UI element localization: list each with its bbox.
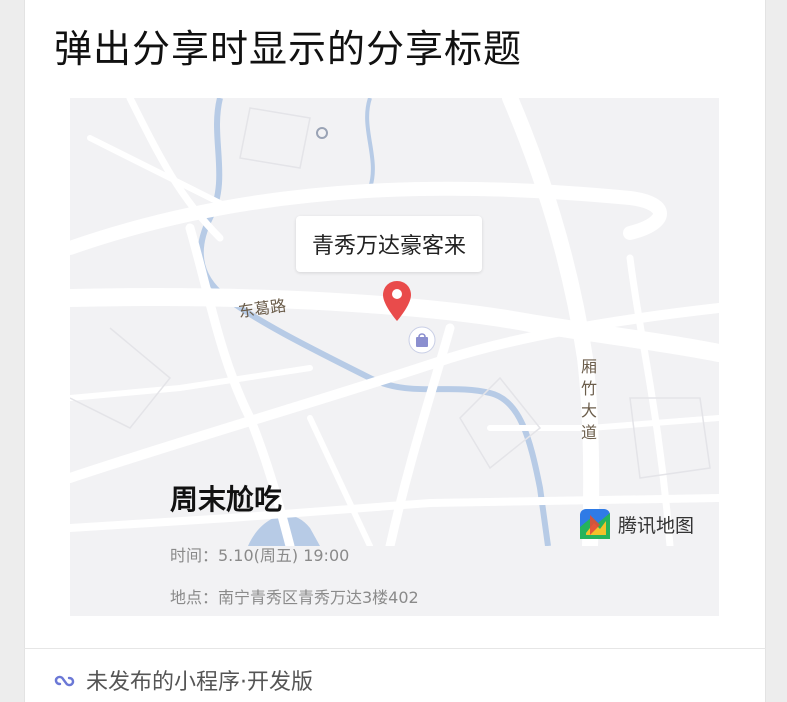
event-info: 时间：5.10(周五) 19:00 地点：南宁青秀区青秀万达3楼402 [70, 546, 719, 616]
miniprogram-icon [54, 675, 75, 687]
event-location: 地点：南宁青秀区青秀万达3楼402 [170, 588, 419, 607]
tencent-map-logo: 腾讯地图 [580, 509, 694, 539]
place-callout: 青秀万达豪客来 [296, 216, 482, 272]
share-title: 弹出分享时显示的分享标题 [54, 27, 523, 71]
map [70, 98, 719, 546]
miniprogram-footer[interactable]: 未发布的小程序·开发版 [52, 664, 313, 696]
share-preview[interactable]: 东葛路 厢竹大道 青秀万达豪客来 周末尬吃 腾讯地图 时间：5.10(周五) 1… [70, 98, 719, 616]
miniprogram-status: 未发布的小程序·开发版 [86, 670, 313, 695]
event-time: 时间：5.10(周五) 19:00 [170, 546, 350, 565]
event-title: 周末尬吃 [170, 483, 283, 516]
tencent-map-label: 腾讯地图 [618, 514, 695, 537]
footer-divider [24, 648, 766, 649]
location-pin-icon [383, 281, 411, 321]
road-label-xiangzhu: 厢竹大道 [580, 357, 597, 442]
tencent-map-icon [580, 509, 610, 539]
shopping-bag-icon [408, 326, 436, 354]
